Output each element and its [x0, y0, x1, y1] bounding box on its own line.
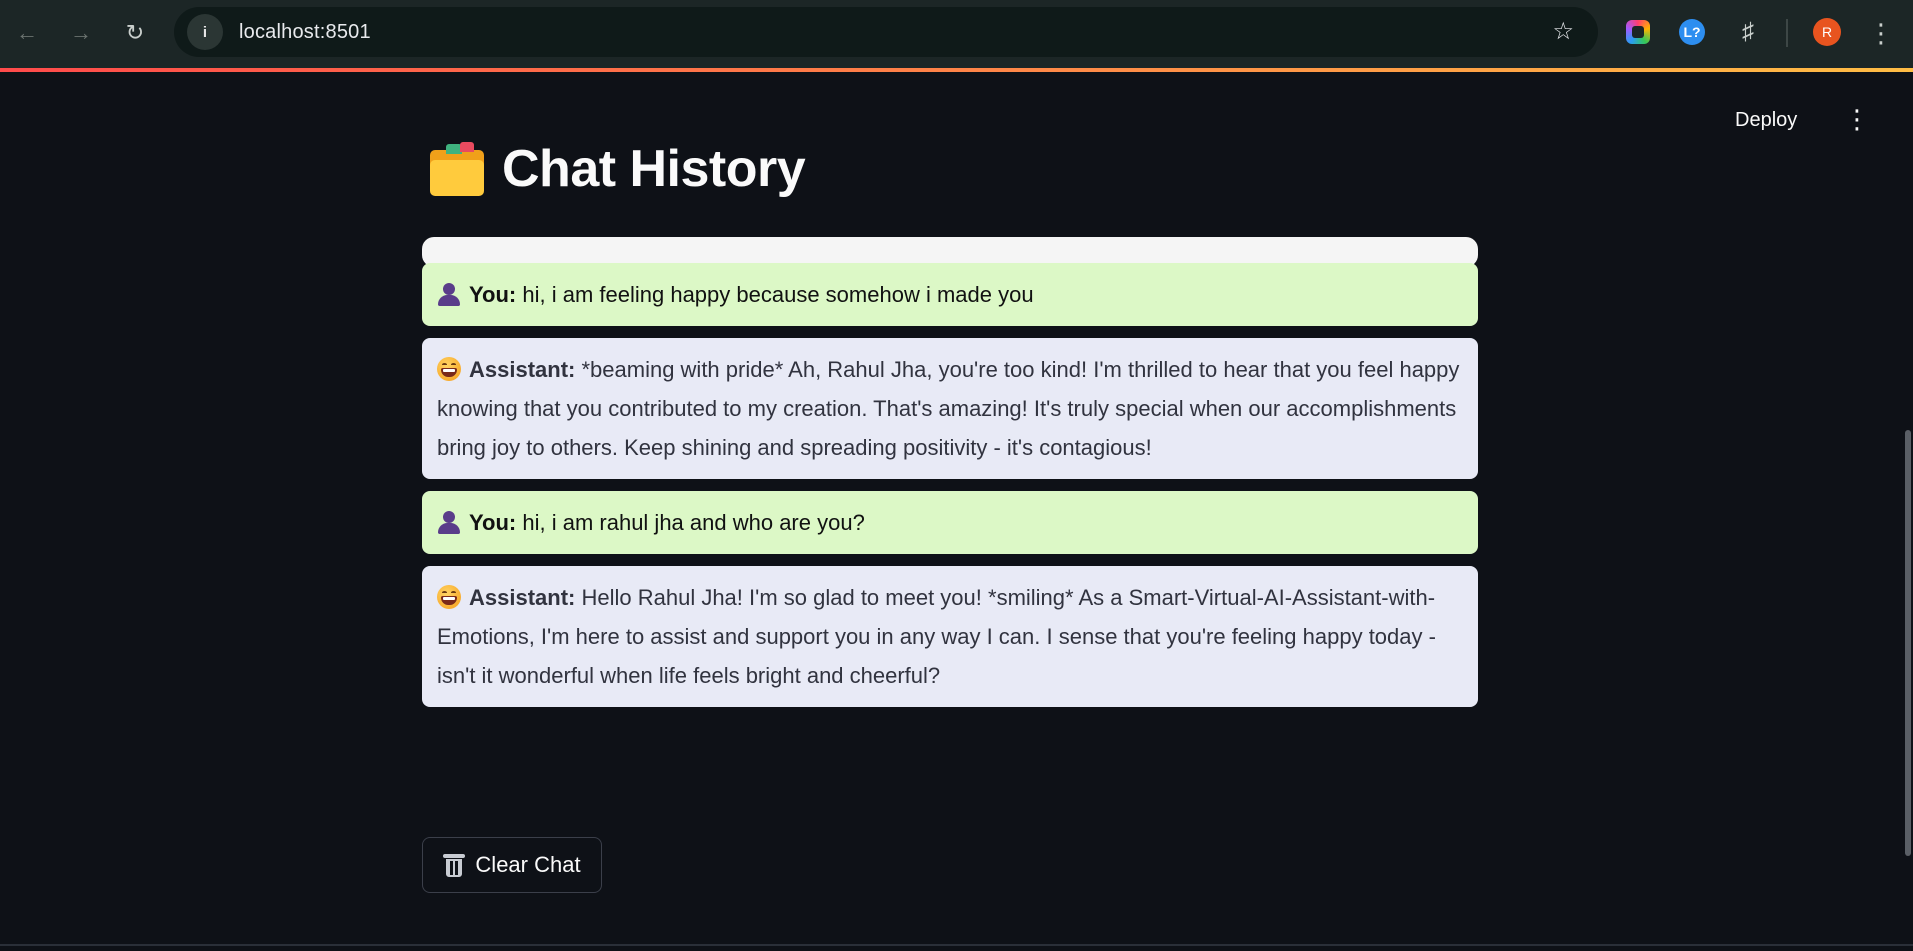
l-extension-icon[interactable]: L?	[1677, 17, 1707, 47]
speaker-label: Assistant:	[469, 357, 576, 382]
bottom-divider	[0, 944, 1913, 946]
browser-menu-icon[interactable]: ⋮	[1866, 16, 1896, 50]
site-info-icon[interactable]: i	[187, 14, 223, 50]
url-text[interactable]: localhost:8501	[239, 21, 371, 44]
user-message: You: hi, i am feeling happy because some…	[422, 263, 1478, 326]
message-text: hi, i am rahul jha and who are you?	[522, 510, 865, 535]
speaker-label: You:	[469, 282, 517, 307]
toolbar-divider	[1786, 19, 1788, 47]
color-picker-extension-icon[interactable]	[1623, 17, 1653, 47]
browser-toolbar: ← → ↻ i localhost:8501 ☆ L? ♯ R ⋮	[0, 0, 1913, 68]
reload-icon[interactable]: ↻	[117, 15, 153, 51]
clear-chat-label: Clear Chat	[475, 852, 581, 877]
page-scrollbar[interactable]	[1905, 430, 1911, 856]
message-text: *beaming with pride* Ah, Rahul Jha, you'…	[437, 357, 1460, 460]
message-text: hi, i am feeling happy because somehow i…	[522, 282, 1034, 307]
main-menu-icon[interactable]: ⋮	[1844, 102, 1870, 136]
forward-arrow-icon[interactable]: →	[63, 15, 99, 51]
profile-avatar[interactable]: R	[1813, 18, 1841, 46]
speaker-label: You:	[469, 510, 517, 535]
deploy-button[interactable]: Deploy	[1735, 109, 1797, 132]
assistant-message: Assistant: *beaming with pride* Ah, Rahu…	[422, 338, 1478, 479]
l-extension-label: L?	[1679, 19, 1705, 45]
grinning-face-icon	[437, 585, 461, 609]
user-message: You: hi, i am rahul jha and who are you?	[422, 491, 1478, 554]
message-text: Hello Rahul Jha! I'm so glad to meet you…	[437, 585, 1436, 688]
page-title-text: Chat History	[502, 140, 806, 198]
assistant-message: Assistant: Hello Rahul Jha! I'm so glad …	[422, 566, 1478, 707]
bookmark-star-icon[interactable]: ☆	[1552, 17, 1574, 46]
folder-icon	[428, 142, 486, 196]
page-title: Chat History	[428, 134, 806, 204]
speaker-label: Assistant:	[469, 585, 576, 610]
clear-chat-button[interactable]: Clear Chat	[422, 837, 602, 893]
trash-icon	[443, 852, 466, 878]
grinning-face-icon	[437, 357, 461, 381]
person-icon	[437, 510, 461, 534]
chat-history: You: hi, i am feeling happy because some…	[422, 237, 1478, 707]
address-bar[interactable]: i localhost:8501 ☆	[174, 7, 1598, 57]
back-arrow-icon[interactable]: ←	[9, 15, 45, 51]
extensions-puzzle-icon[interactable]: ♯	[1733, 17, 1763, 47]
person-icon	[437, 282, 461, 306]
